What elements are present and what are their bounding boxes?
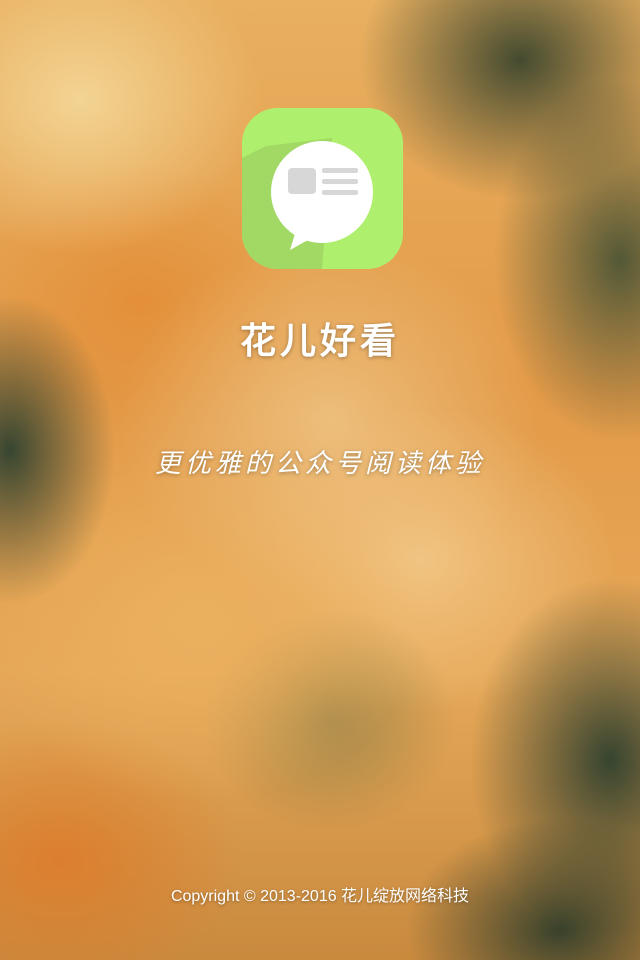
app-slogan: 更优雅的公众号阅读体验 [154,449,485,479]
copyright-text: Copyright © 2013-2016 花儿绽放网络科技 [170,888,470,905]
app-logo-icon [242,108,403,269]
app-title: 花儿好看 [239,321,400,362]
